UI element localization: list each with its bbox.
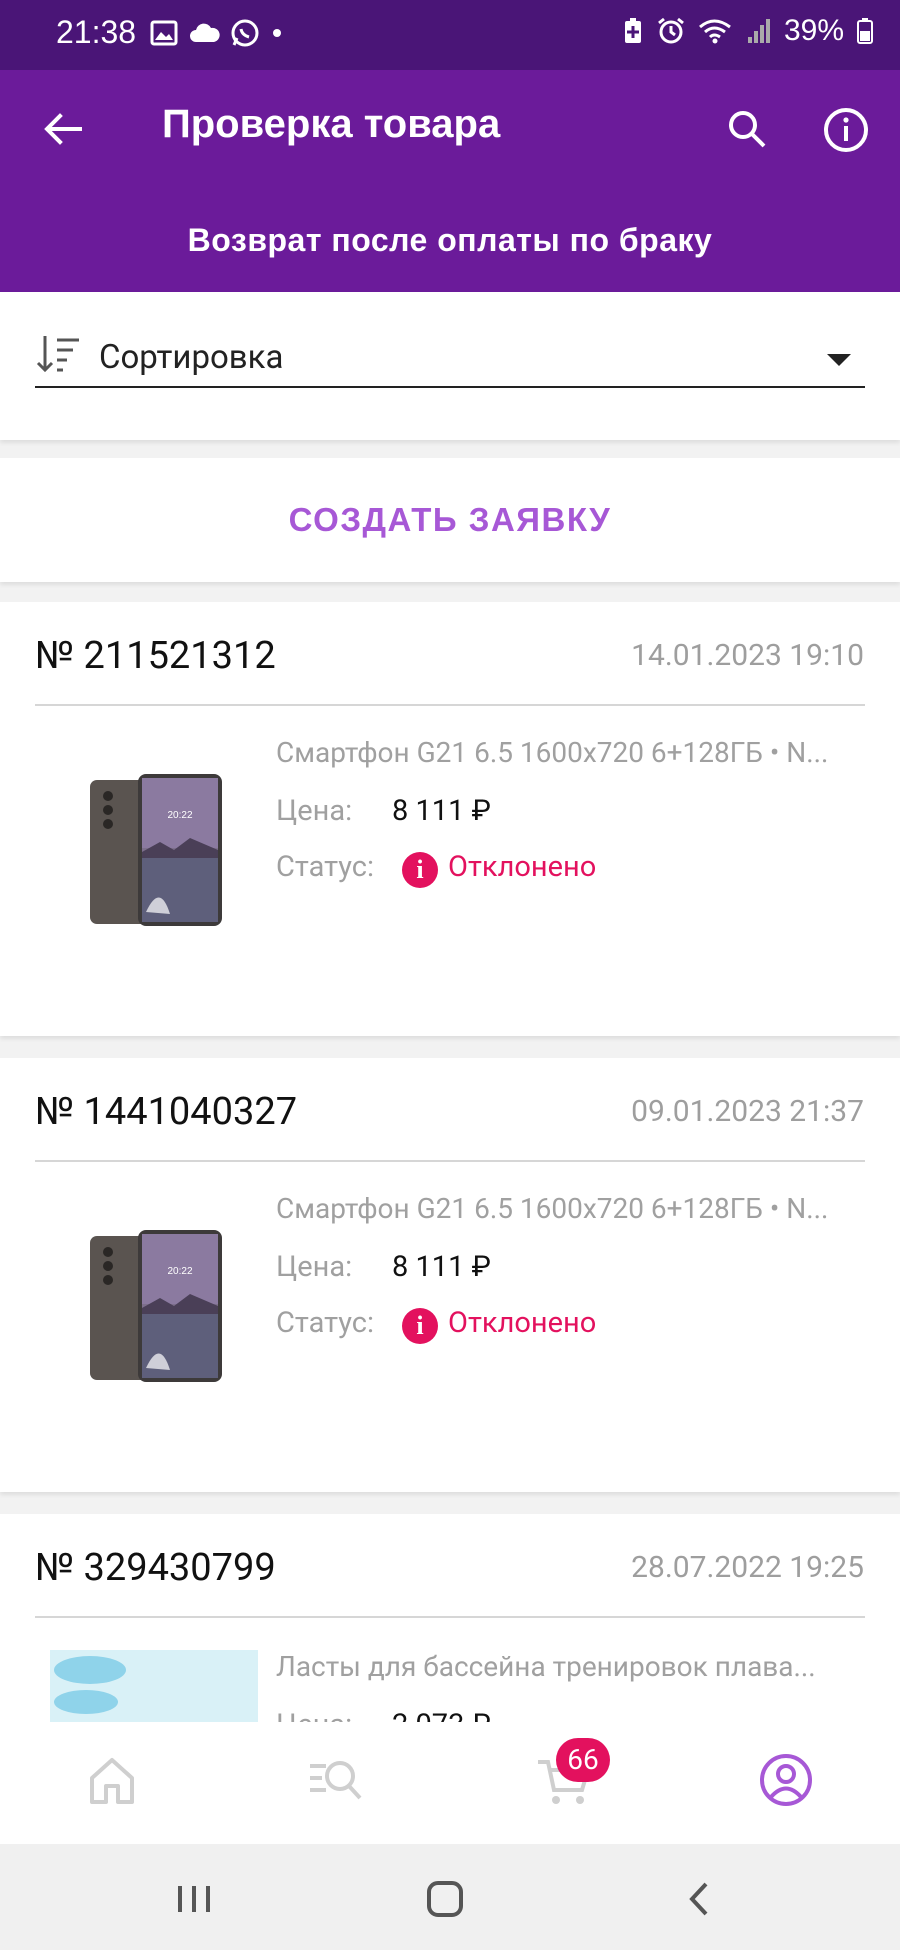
sort-icon <box>36 336 79 373</box>
recent-apps-icon[interactable] <box>170 1874 220 1924</box>
phone-image: 20:22 <box>90 774 222 926</box>
request-card[interactable]: № 1441040327 09.01.2023 21:37 20:22 Смар… <box>0 1058 900 1492</box>
create-request-button[interactable]: СОЗДАТЬ ЗАЯВКУ <box>0 458 900 582</box>
divider <box>35 1160 865 1162</box>
price-label: Цена: <box>276 1250 353 1284</box>
whatsapp-icon <box>231 19 259 47</box>
alert-icon: i <box>402 852 438 888</box>
chevron-down-icon <box>827 354 851 366</box>
divider <box>35 704 865 706</box>
system-nav <box>0 1844 900 1950</box>
catalog-search-icon[interactable] <box>306 1750 366 1810</box>
info-icon[interactable] <box>822 106 870 154</box>
bottom-nav: 66 <box>0 1722 900 1844</box>
status-left-icons <box>150 18 284 48</box>
status-right-icons: 39% <box>622 14 874 48</box>
alarm-icon <box>658 17 684 44</box>
back-button-icon[interactable] <box>674 1874 724 1924</box>
back-arrow-icon[interactable] <box>40 106 86 152</box>
request-date: 09.01.2023 21:37 <box>631 1094 864 1129</box>
request-number: № 1441040327 <box>35 1090 298 1134</box>
status-value: Отклонено <box>448 1306 597 1340</box>
profile-icon[interactable] <box>756 1750 816 1810</box>
home-button-icon[interactable] <box>420 1874 470 1924</box>
status-bar: 21:38 39% <box>0 0 900 70</box>
signal-icon <box>747 19 770 43</box>
home-icon[interactable] <box>82 1750 142 1810</box>
divider <box>35 1616 865 1618</box>
search-icon[interactable] <box>724 106 770 152</box>
cart-badge: 66 <box>556 1738 610 1782</box>
price-label: Цена: <box>276 794 353 828</box>
request-card[interactable]: № 211521312 14.01.2023 19:10 20:22 Смарт… <box>0 602 900 1036</box>
app-bar: Проверка товара Возврат после оплаты по … <box>0 70 900 292</box>
page-subtitle: Возврат после оплаты по браку <box>187 222 713 258</box>
dot-icon <box>273 29 281 37</box>
screen: 21:38 39% Проверка товара Возврат после … <box>0 0 900 1950</box>
sort-label: Сортировка <box>99 338 284 377</box>
svg-text:20:22: 20:22 <box>167 1266 192 1277</box>
product-name: Ласты для бассейна тренировок плава... <box>276 1650 816 1683</box>
status-time: 21:38 <box>56 14 137 50</box>
request-date: 28.07.2022 19:25 <box>631 1550 864 1585</box>
svg-text:20:22: 20:22 <box>167 810 192 821</box>
product-name: Смартфон G21 6.5 1600x720 6+128ГБ • N... <box>276 736 829 769</box>
phone-image: 20:22 <box>90 1230 222 1382</box>
wifi-icon <box>698 19 731 44</box>
battery-saver-icon <box>624 18 641 43</box>
request-date: 14.01.2023 19:10 <box>631 638 864 673</box>
status-label: Статус: <box>276 850 374 884</box>
battery-percent: 39% <box>783 14 844 47</box>
request-number: № 211521312 <box>35 634 276 678</box>
alert-icon: i <box>402 1308 438 1344</box>
request-number: № 329430799 <box>35 1546 276 1590</box>
create-panel: СОЗДАТЬ ЗАЯВКУ <box>0 458 900 582</box>
status-value: Отклонено <box>448 850 597 884</box>
price-value: 8 111 ₽ <box>392 794 491 828</box>
sort-dropdown[interactable]: Сортировка <box>35 332 865 388</box>
battery-icon <box>857 18 873 44</box>
status-label: Статус: <box>276 1306 374 1340</box>
image-icon <box>150 20 178 46</box>
page-title: Проверка товара <box>162 102 501 146</box>
product-name: Смартфон G21 6.5 1600x720 6+128ГБ • N... <box>276 1192 829 1225</box>
price-value: 8 111 ₽ <box>392 1250 491 1284</box>
sort-panel: Сортировка <box>0 292 900 440</box>
cloud-icon <box>190 23 220 42</box>
